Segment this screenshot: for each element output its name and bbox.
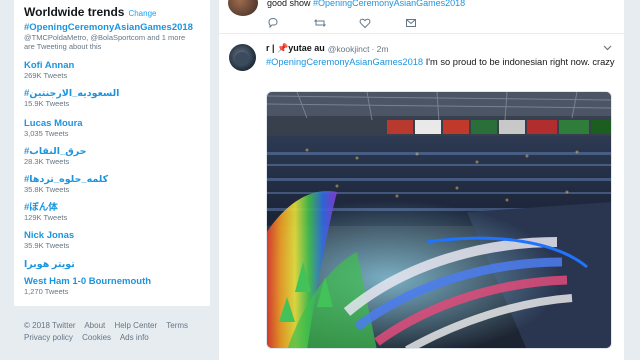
stadium-photo <box>267 92 611 348</box>
trend-name: #ぼん体 <box>24 202 58 213</box>
trend-tweet-count: 269K Tweets <box>24 71 68 80</box>
trend-item[interactable]: #حرق_النقاب 28.3K Tweets <box>24 146 210 166</box>
hashtag-link[interactable]: #OpeningCeremonyAsianGames2018 <box>266 57 423 67</box>
trends-card: Worldwide trends Change #OpeningCeremony… <box>14 0 210 306</box>
hashtag-link[interactable]: #OpeningCeremonyAsianGames2018 <box>313 0 465 8</box>
footer-link-ads[interactable]: Ads info <box>120 333 149 342</box>
footer-link-cookies[interactable]: Cookies <box>82 333 111 342</box>
tweet-text-plain: good show <box>267 0 314 8</box>
avatar[interactable] <box>229 44 256 71</box>
tweet-text: #OpeningCeremonyAsianGames2018 I'm so pr… <box>266 56 616 68</box>
trends-header: Worldwide trends Change <box>14 0 210 19</box>
user-handle[interactable]: @kookjinct <box>328 44 370 54</box>
trend-tweet-count: 28.3K Tweets <box>24 157 70 166</box>
trend-name: Lucas Moura <box>24 118 83 129</box>
trend-item[interactable]: #OpeningCeremonyAsianGames2018 @TMCPolda… <box>24 22 210 51</box>
trend-item[interactable]: Kofi Annan 269K Tweets <box>24 60 210 80</box>
footer-link-privacy[interactable]: Privacy policy <box>24 333 73 342</box>
trend-item[interactable]: #السعوديه_الارجنتين 15.9K Tweets <box>24 88 210 108</box>
trend-name: #السعوديه_الارجنتين <box>24 88 120 99</box>
previous-tweet[interactable]: good show #OpeningCeremonyAsianGames2018 <box>219 0 624 34</box>
trend-item[interactable]: تويتر هوبرا <box>24 259 210 270</box>
footer-link-about[interactable]: About <box>84 321 105 330</box>
trends-title: Worldwide trends <box>24 5 125 19</box>
tweet-text: good show #OpeningCeremonyAsianGames2018 <box>267 0 465 8</box>
trend-name: Nick Jonas <box>24 230 75 241</box>
tweet-header: r | 📌yutae au @kookjinct · 2m <box>266 43 388 54</box>
footer-link-help[interactable]: Help Center <box>114 321 157 330</box>
trend-tweet-count: 1,270 Tweets <box>24 287 69 296</box>
tweet-timestamp[interactable]: · 2m <box>371 44 388 54</box>
chevron-down-icon[interactable] <box>603 43 612 53</box>
trend-context: are Tweeting about this <box>24 42 102 51</box>
user-name[interactable]: r | 📌yutae au <box>266 43 325 54</box>
trend-name: #كلمه_حلوه_تردها <box>24 174 109 185</box>
trend-item[interactable]: West Ham 1-0 Bournemouth 1,270 Tweets <box>24 276 210 296</box>
message-icon[interactable] <box>405 16 417 28</box>
like-icon[interactable] <box>359 16 371 29</box>
footer-link-terms[interactable]: Terms <box>166 321 188 330</box>
avatar[interactable] <box>228 0 258 16</box>
trend-tweet-count: 15.9K Tweets <box>24 99 70 108</box>
tweet-photo[interactable] <box>266 91 612 349</box>
trend-item[interactable]: #كلمه_حلوه_تردها 35.8K Tweets <box>24 174 210 194</box>
trend-context: @TMCPoldaMetro, @BolaSportcom and 1 more <box>24 33 186 42</box>
footer-copyright: © 2018 Twitter <box>24 321 76 330</box>
reply-icon[interactable] <box>267 16 279 29</box>
trend-tweet-count: 129K Tweets <box>24 213 68 222</box>
trend-name: Kofi Annan <box>24 60 75 71</box>
footer-line-2: Privacy policy Cookies Ads info <box>24 332 214 344</box>
footer: © 2018 Twitter About Help Center Terms P… <box>24 320 214 344</box>
trend-tweet-count: 35.8K Tweets <box>24 185 70 194</box>
trend-item[interactable]: Lucas Moura 3,035 Tweets <box>24 118 210 138</box>
trend-tweet-count: 35.9K Tweets <box>24 241 70 250</box>
trend-item[interactable]: Nick Jonas 35.9K Tweets <box>24 230 210 250</box>
footer-line-1: © 2018 Twitter About Help Center Terms <box>24 320 214 332</box>
trend-name: West Ham 1-0 Bournemouth <box>24 276 152 287</box>
trend-item[interactable]: #ぼん体 129K Tweets <box>24 202 210 222</box>
trend-name: تويتر هوبرا <box>24 259 75 270</box>
timeline: good show #OpeningCeremonyAsianGames2018… <box>219 0 624 360</box>
trend-tweet-count: 3,035 Tweets <box>24 129 69 138</box>
trend-name: #حرق_النقاب <box>24 146 87 157</box>
trend-name: #OpeningCeremonyAsianGames2018 <box>24 22 193 33</box>
change-link[interactable]: Change <box>128 9 156 18</box>
tweet-actions <box>267 16 417 29</box>
tweet-text-plain: I'm so proud to be indonesian right now.… <box>423 57 615 67</box>
tweet[interactable]: r | 📌yutae au @kookjinct · 2m #OpeningCe… <box>219 35 624 360</box>
retweet-icon[interactable] <box>313 16 326 28</box>
